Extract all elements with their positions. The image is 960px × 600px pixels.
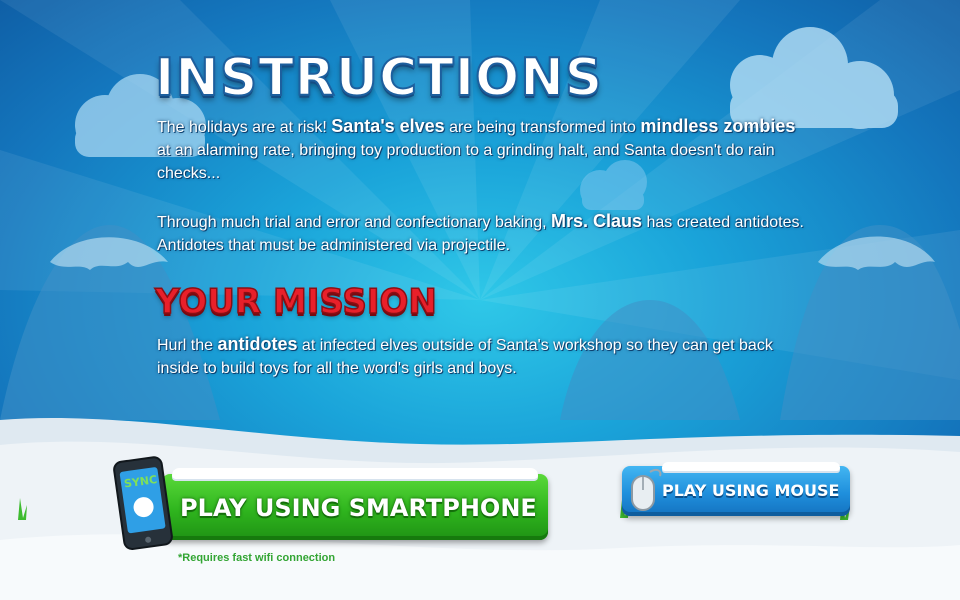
play-mouse-button[interactable]: PLAY USING MOUSE <box>622 462 850 516</box>
intro-text-1: The holidays are at risk! <box>157 119 332 136</box>
mouse-icon <box>631 468 662 511</box>
antidote-text-1: Through much trial and error and confect… <box>157 214 551 231</box>
smartphone-icon: SYNC <box>113 456 173 551</box>
mission-bold-antidotes: antidotes <box>217 334 298 354</box>
mission-paragraph: Hurl the antidotes at infected elves out… <box>157 333 807 380</box>
cloud-right <box>730 27 898 129</box>
intro-bold-elves: Santa's elves <box>331 116 445 136</box>
snow-cap <box>662 462 840 471</box>
play-smartphone-button[interactable]: PLAY USING SMARTPHONE <box>162 468 548 540</box>
play-smartphone-label[interactable]: PLAY USING SMARTPHONE <box>180 494 537 522</box>
snow-cap <box>172 468 538 479</box>
intro-text-3: at an alarming rate, bringing toy produc… <box>157 142 775 182</box>
antidote-bold-mrs-claus: Mrs. Claus <box>551 211 643 231</box>
mission-text-1: Hurl the <box>157 337 218 354</box>
mission-title: YOUR MISSION <box>154 281 437 323</box>
intro-paragraph: The holidays are at risk! Santa's elves … <box>157 115 807 185</box>
wifi-requirement-note: *Requires fast wifi connection <box>178 552 336 564</box>
play-mouse-label[interactable]: PLAY USING MOUSE <box>662 481 839 500</box>
antidote-paragraph: Through much trial and error and confect… <box>157 210 807 257</box>
intro-bold-zombies: mindless zombies <box>640 116 796 136</box>
game-screen: INSTRUCTIONS The holidays are at risk! S… <box>0 0 960 600</box>
intro-text-2: are being transformed into <box>444 119 641 136</box>
instructions-title: INSTRUCTIONS <box>154 47 604 109</box>
